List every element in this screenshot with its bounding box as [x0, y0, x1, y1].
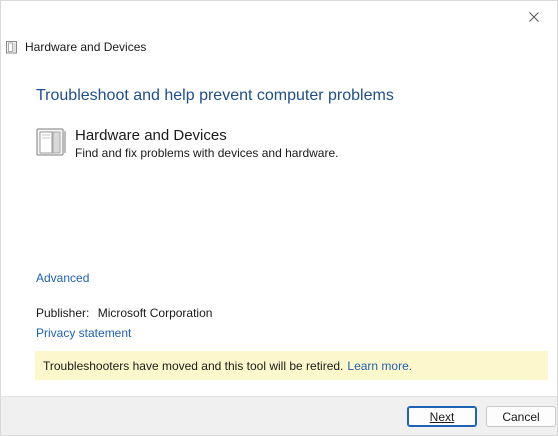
notice-text: Troubleshooters have moved and this tool…	[43, 358, 344, 373]
publisher-label: Publisher:	[36, 306, 90, 320]
title-row: Hardware and Devices	[5, 38, 146, 56]
troubleshooter-title: Hardware and Devices	[75, 127, 227, 144]
next-button[interactable]: Next	[407, 406, 477, 427]
close-icon	[529, 12, 539, 22]
troubleshooter-text: Hardware and Devices Find and fix proble…	[75, 127, 338, 161]
learn-more-link[interactable]: Learn more.	[347, 359, 412, 373]
footer: Next Cancel	[1, 396, 557, 435]
advanced-link[interactable]: Advanced	[36, 271, 89, 285]
page-heading: Troubleshoot and help prevent computer p…	[36, 87, 394, 104]
publisher-value: Microsoft Corporation	[97, 306, 213, 320]
cancel-button[interactable]: Cancel	[486, 406, 556, 427]
window-title: Hardware and Devices	[25, 40, 147, 54]
close-button[interactable]	[511, 1, 557, 33]
privacy-statement-link[interactable]: Privacy statement	[36, 326, 131, 340]
retirement-notice: Troubleshooters have moved and this tool…	[35, 351, 548, 380]
hardware-devices-icon	[36, 128, 66, 156]
publisher-row: Publisher: Microsoft Corporation	[36, 306, 212, 320]
troubleshooter-item: Hardware and Devices Find and fix proble…	[36, 127, 338, 161]
troubleshooter-description: Find and fix problems with devices and h…	[75, 146, 339, 160]
hardware-devices-icon	[6, 41, 17, 54]
title-bar: Hardware and Devices	[1, 1, 557, 63]
troubleshooter-window: Hardware and Devices Troubleshoot and he…	[0, 0, 558, 436]
